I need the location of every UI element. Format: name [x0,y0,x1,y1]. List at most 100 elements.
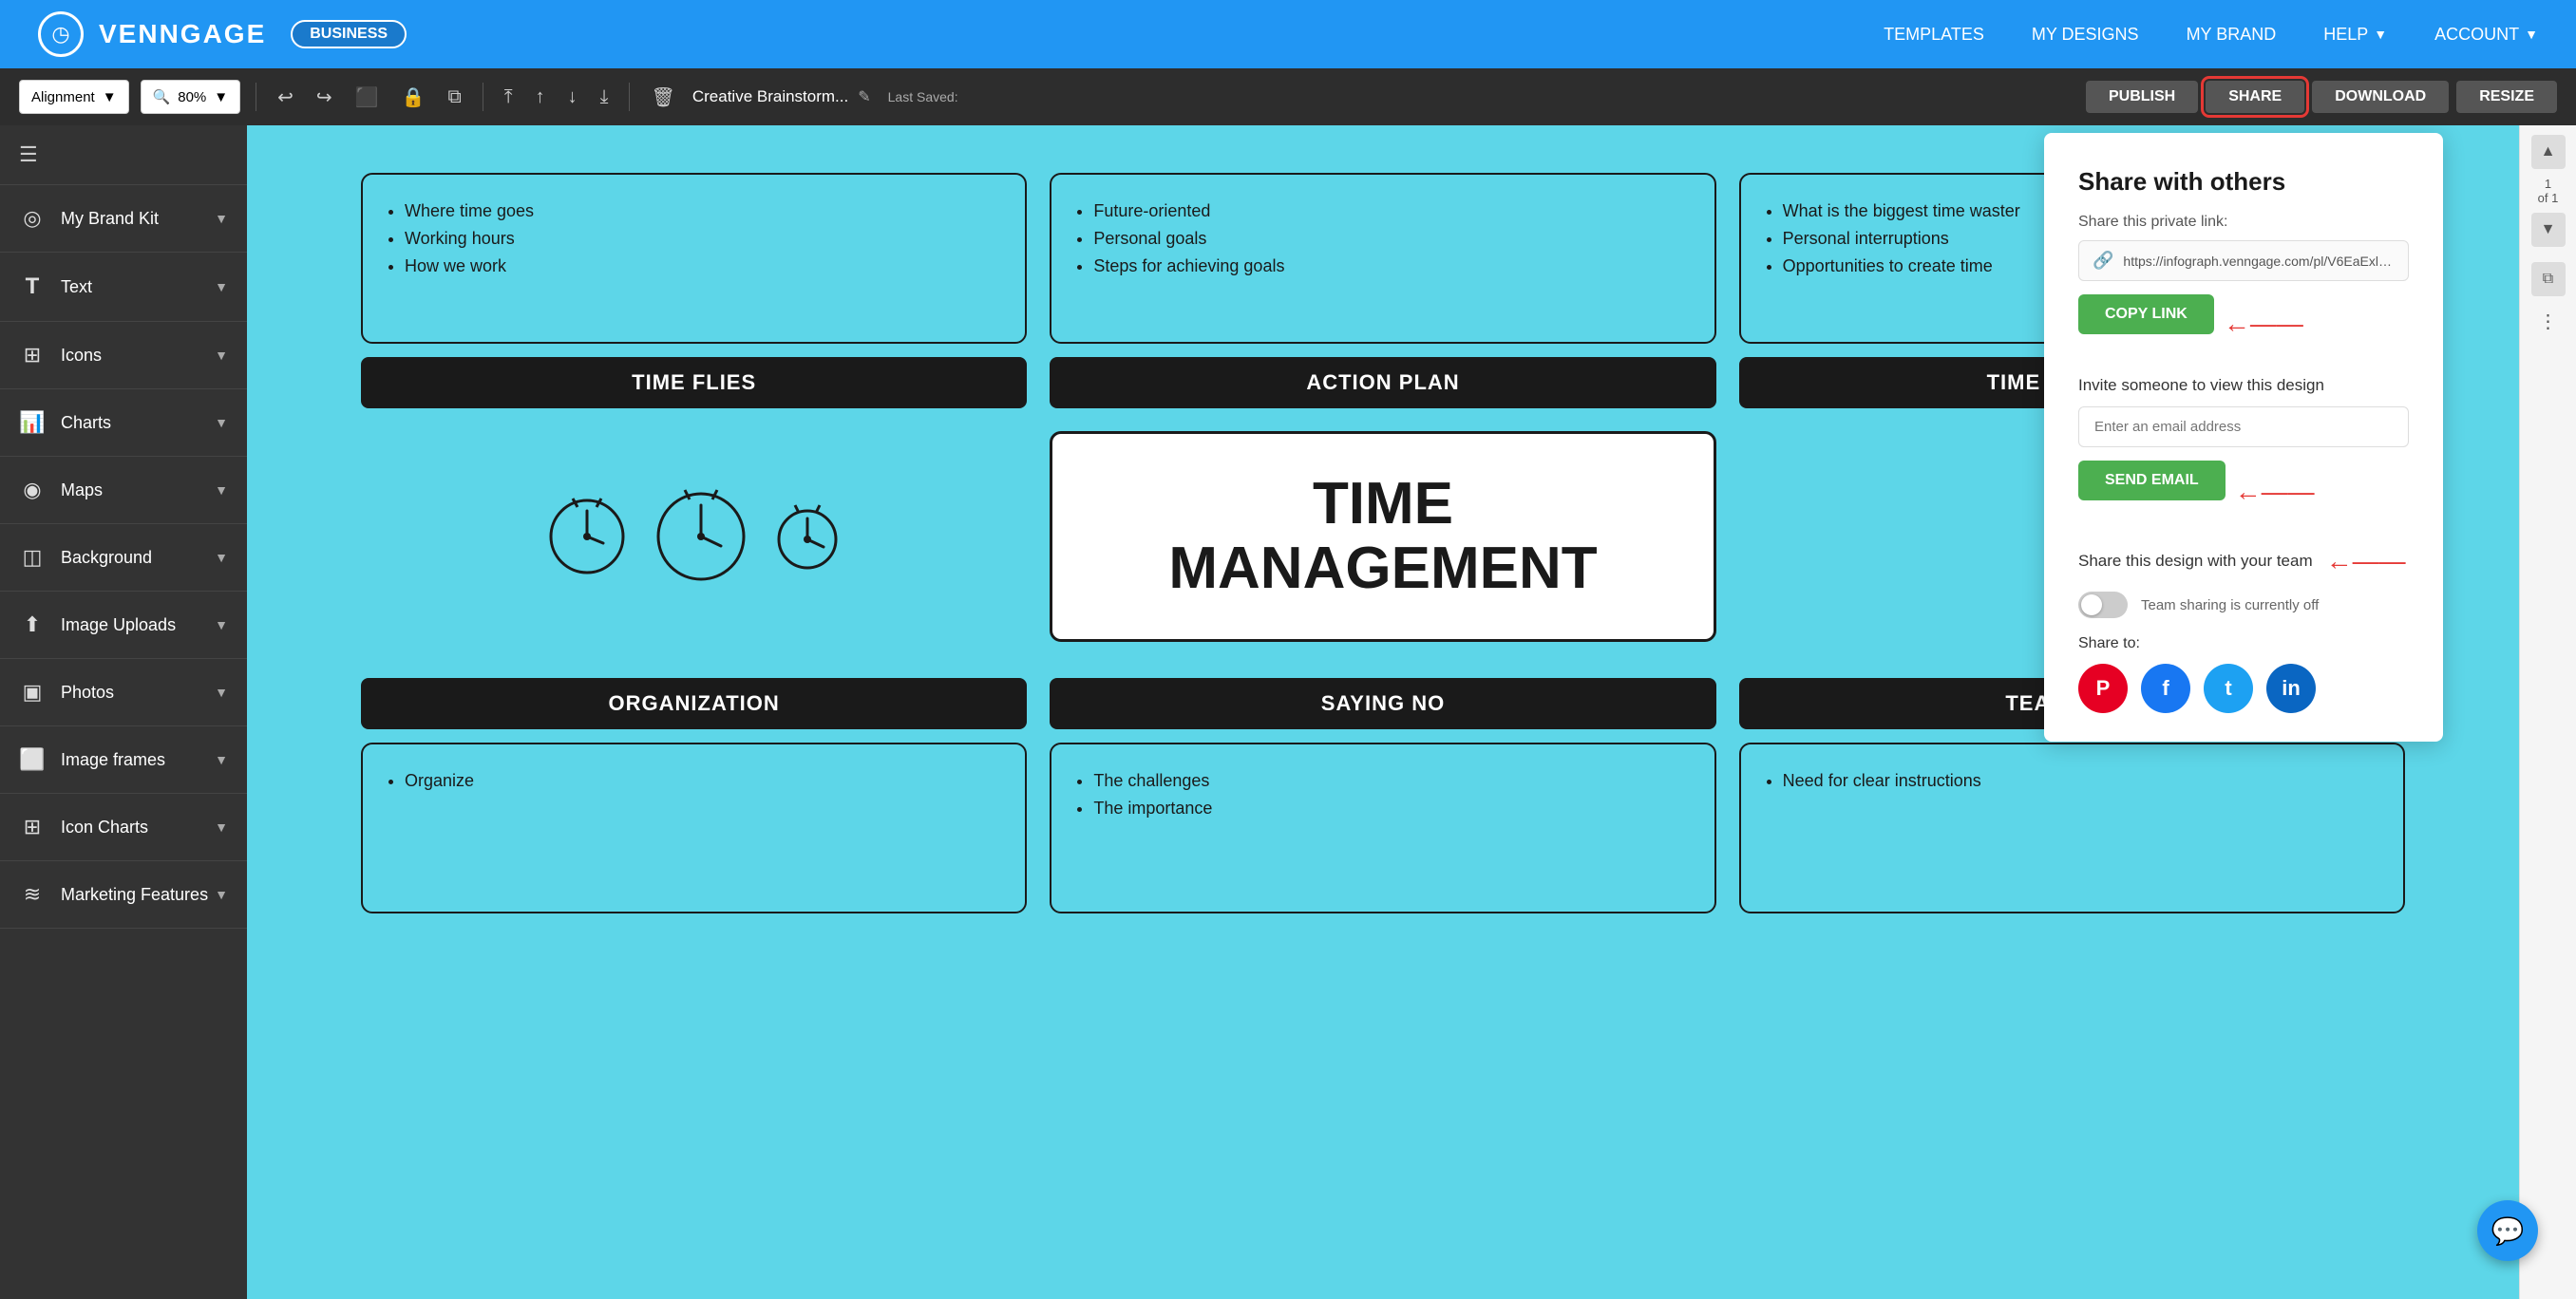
send-email-arrow: ←—— [2235,477,2315,507]
sidebar-item-photos[interactable]: ▣ Photos ▼ [0,659,247,726]
linkedin-share-button[interactable]: in [2266,664,2316,713]
share-link-label: Share this private link: [2078,214,2409,231]
sidebar-label-maps: Maps [61,480,103,500]
sidebar-label-text: Text [61,277,92,297]
sidebar-item-icon-charts[interactable]: ⊞ Icon Charts ▼ [0,794,247,861]
move-down-bottom-button[interactable]: ⤓ [595,83,615,112]
time-management-title: TIMEMANAGEMENT [1168,472,1597,601]
chevron-down-icon: ▼ [215,685,228,700]
download-button[interactable]: DOWNLOAD [2312,81,2449,113]
nav-help[interactable]: HELP ▼ [2323,25,2387,45]
sidebar-item-my-brand-kit[interactable]: ◎ My Brand Kit ▼ [0,185,247,253]
chevron-down-icon: ▼ [215,752,228,767]
share-to-label: Share to: [2078,635,2409,652]
page-options-button[interactable]: ⋮ [2531,304,2566,338]
share-link-url: https://infograph.venngage.com/pl/V6EaEx… [2123,254,2395,269]
sidebar-label-image-uploads: Image Uploads [61,615,176,635]
chevron-down-icon: ▼ [215,279,228,294]
business-badge[interactable]: BUSINESS [291,20,407,48]
chevron-down-icon: ▼ [215,550,228,565]
sidebar-item-left: ⬆ Image Uploads [19,612,176,637]
alignment-select[interactable]: Alignment ▼ [19,80,129,114]
zoom-select[interactable]: 🔍 80% ▼ [141,80,241,114]
twitter-share-button[interactable]: t [2204,664,2253,713]
undo-button[interactable]: ↩ [272,82,299,113]
nav-links: TEMPLATES MY DESIGNS MY BRAND HELP ▼ ACC… [1884,25,2538,45]
sidebar-label-icons: Icons [61,346,102,366]
move-up-button[interactable]: ↑ [530,83,551,112]
team-share-row: Share this design with your team ←—— [2078,546,2409,576]
time-management-center-card: TIMEMANAGEMENT [1050,431,1715,642]
clock-icon-2 [649,484,753,589]
send-email-button[interactable]: SEND EMAIL [2078,461,2226,500]
image-frames-icon: ⬜ [19,747,46,772]
hamburger-button[interactable]: ☰ [0,125,247,185]
main-layout: ☰ ◎ My Brand Kit ▼ T Text ▼ ⊞ Icons ▼ 📊 [0,125,2576,1299]
sidebar-item-left: T Text [19,273,92,300]
share-panel: Share with others Share this private lin… [2044,133,2443,742]
list-item: Working hours [405,225,1002,253]
sidebar-item-charts[interactable]: 📊 Charts ▼ [0,389,247,457]
list-item: Where time goes [405,198,1002,225]
move-down-button[interactable]: ↓ [562,83,583,112]
sidebar-item-image-frames[interactable]: ⬜ Image frames ▼ [0,726,247,794]
copy-link-button[interactable]: COPY LINK [2078,294,2214,334]
sidebar-item-icons[interactable]: ⊞ Icons ▼ [0,322,247,389]
clocks-area [361,484,1027,589]
pinterest-share-button[interactable]: P [2078,664,2128,713]
nav-my-designs[interactable]: MY DESIGNS [2032,25,2139,45]
delete-button[interactable]: 🗑 [645,82,680,113]
chevron-down-icon: ▼ [215,415,228,430]
lock-button[interactable]: 🔒 [396,82,431,113]
page-up-button[interactable]: ▲ [2531,135,2566,169]
team-share-arrow: ←—— [2326,546,2406,576]
clock-icon-3 [772,501,843,573]
marketing-icon: ≋ [19,882,46,907]
publish-button[interactable]: PUBLISH [2086,81,2198,113]
list-item: Personal goals [1093,225,1691,253]
list-item: The importance [1093,795,1691,822]
sidebar-label-charts: Charts [61,413,111,433]
chat-bubble-button[interactable]: 💬 [2477,1200,2538,1261]
doc-title: Creative Brainstorm... [692,87,848,106]
time-flies-card: Where time goes Working hours How we wor… [361,173,1027,408]
canvas-area[interactable]: Where time goes Working hours How we wor… [247,125,2519,1299]
facebook-share-button[interactable]: f [2141,664,2190,713]
saying-no-card: SAYING NO The challenges The importance [1050,665,1715,913]
email-input[interactable] [2078,406,2409,447]
separator-3 [629,83,630,111]
nav-templates[interactable]: TEMPLATES [1884,25,1984,45]
maps-icon: ◉ [19,478,46,502]
team-sharing-toggle[interactable] [2078,592,2128,618]
page-down-button[interactable]: ▼ [2531,213,2566,247]
nav-my-brand[interactable]: MY BRAND [2187,25,2277,45]
link-icon: 🔗 [2093,251,2113,271]
copy-button[interactable]: ⧉ [442,83,466,112]
save-button[interactable]: ⬛ [350,82,385,113]
send-email-row: SEND EMAIL ←—— [2078,461,2409,523]
chevron-down-icon: ▼ [215,211,228,226]
action-plan-label: ACTION PLAN [1050,357,1715,408]
time-flies-content: Where time goes Working hours How we wor… [361,173,1027,344]
toggle-row: Team sharing is currently off [2078,592,2409,618]
move-up-top-button[interactable]: ⤒ [499,83,519,112]
organization-label: ORGANIZATION [361,678,1027,729]
nav-account[interactable]: ACCOUNT ▼ [2434,25,2538,45]
sidebar-item-maps[interactable]: ◉ Maps ▼ [0,457,247,524]
organization-card: ORGANIZATION Organize [361,665,1027,913]
page-copy-button[interactable]: ⧉ [2531,262,2566,296]
redo-button[interactable]: ↪ [311,82,338,113]
resize-button[interactable]: RESIZE [2456,81,2557,113]
share-button[interactable]: SHARE [2206,81,2304,113]
list-item: The challenges [1093,767,1691,795]
logo-text: VENNGAGE [99,19,266,49]
sidebar-item-marketing-features[interactable]: ≋ Marketing Features ▼ [0,861,247,929]
sidebar-item-left: ◉ Maps [19,478,103,502]
sidebar-item-left: ◫ Background [19,545,152,570]
sidebar-item-image-uploads[interactable]: ⬆ Image Uploads ▼ [0,592,247,659]
logo-area: ◷ VENNGAGE BUSINESS [38,11,407,57]
sidebar-item-background[interactable]: ◫ Background ▼ [0,524,247,592]
edit-title-icon[interactable]: ✎ [858,87,870,106]
toolbar-right-buttons: PUBLISH SHARE DOWNLOAD RESIZE [2086,81,2557,113]
sidebar-item-text[interactable]: T Text ▼ [0,253,247,322]
